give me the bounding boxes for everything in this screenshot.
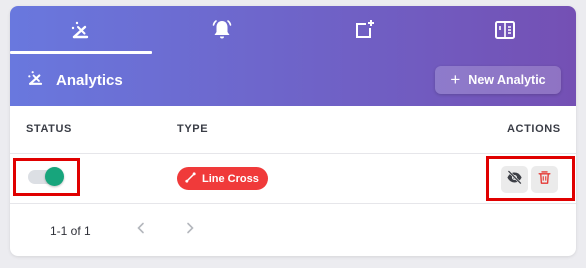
delete-button[interactable]	[531, 166, 558, 193]
type-chip: Line Cross	[177, 167, 268, 190]
page-title: Analytics	[56, 71, 123, 89]
type-chip-label: Line Cross	[202, 172, 259, 185]
pagination-range: 1-1 of 1	[50, 224, 91, 238]
tab-analytics[interactable]	[10, 6, 151, 54]
plus-icon: +	[450, 69, 461, 89]
calendar-grid-icon	[493, 18, 517, 42]
delete-icon	[537, 170, 552, 190]
analytics-header: Analytics + New Analytic	[10, 6, 576, 106]
page-title-row: Analytics	[26, 66, 123, 94]
chevron-right-icon	[184, 221, 196, 239]
toggle-knob	[45, 167, 64, 186]
line-cross-icon	[185, 171, 196, 186]
new-analytic-label: New Analytic	[468, 73, 546, 87]
new-analytic-button[interactable]: + New Analytic	[435, 66, 561, 94]
next-page-button[interactable]	[182, 222, 198, 238]
table-pagination: 1-1 of 1	[10, 204, 576, 256]
analytics-wand-icon	[26, 68, 46, 93]
status-toggle[interactable]	[28, 167, 64, 186]
hide-icon	[506, 169, 523, 191]
tab-alerts[interactable]	[151, 6, 292, 54]
analytics-card: Analytics + New Analytic STATUS TYPE ACT…	[10, 6, 576, 256]
hide-button[interactable]	[501, 166, 528, 193]
tab-zones[interactable]	[293, 6, 434, 54]
column-header-type: TYPE	[177, 123, 209, 135]
previous-page-button[interactable]	[133, 222, 149, 238]
tab-selected-indicator	[10, 51, 152, 54]
add-zone-icon	[352, 18, 376, 42]
bell-icon	[210, 18, 234, 42]
tab-schedule[interactable]	[434, 6, 575, 54]
column-header-actions: ACTIONS	[507, 123, 561, 135]
column-header-status: STATUS	[26, 123, 72, 135]
table-header: STATUS TYPE ACTIONS	[10, 106, 576, 154]
table-row: Line Cross	[10, 154, 576, 204]
analytics-wand-icon	[69, 18, 93, 42]
chevron-left-icon	[135, 221, 147, 239]
